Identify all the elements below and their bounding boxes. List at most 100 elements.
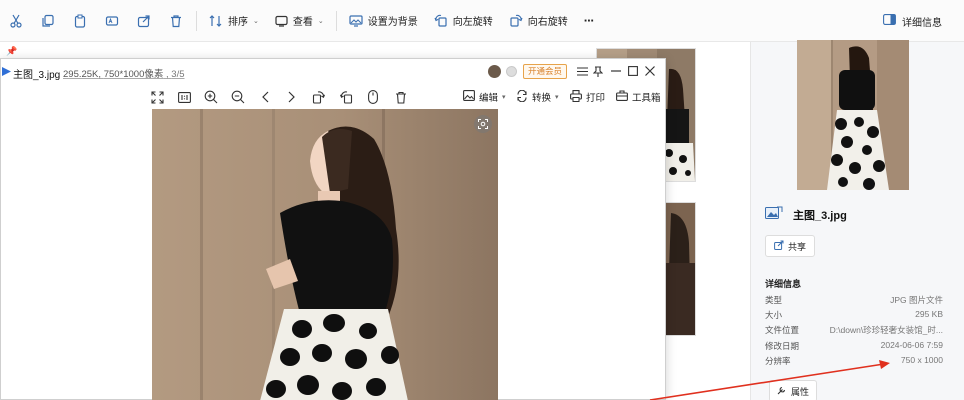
next-icon[interactable] — [284, 89, 300, 105]
viewer-file-size: 295.25K — [63, 69, 99, 80]
minimize-icon[interactable] — [609, 64, 623, 78]
details-row-label: 类型 — [765, 295, 783, 305]
details-row-value: 295 KB — [915, 309, 943, 320]
cut-icon[interactable] — [0, 0, 32, 42]
share-icon[interactable] — [128, 0, 160, 42]
viewer-position: 3/5 — [171, 69, 185, 80]
view-icon — [275, 15, 288, 27]
avatar[interactable] — [488, 65, 501, 78]
maximize-icon[interactable] — [626, 64, 640, 78]
toolbar-separator — [196, 10, 197, 31]
details-row-modified: 修改日期 2024-06-06 7:59 — [765, 340, 943, 355]
scan-icon[interactable] — [474, 115, 492, 133]
zoom-out-icon[interactable] — [230, 89, 246, 105]
previous-icon[interactable] — [257, 89, 273, 105]
delete-icon[interactable] — [160, 0, 192, 42]
chevron-down-icon: ▾ — [502, 94, 506, 101]
rotate-right-label: 向右旋转 — [527, 17, 568, 28]
sort-icon — [209, 14, 223, 27]
details-row-size: 大小 295 KB — [765, 309, 943, 324]
wrench-icon — [777, 385, 787, 397]
convert-label: 转换 — [532, 93, 552, 104]
details-row-value: 750 x 1000 — [900, 354, 943, 365]
details-row-label: 分辨率 — [765, 355, 791, 366]
viewer-title-bar: 主图_3.jpg 295.25K, 750*1000像素 , 3/5 开通会员 — [1, 59, 667, 85]
viewer-file-info: 295.25K, 750*1000像素 , 3/5 — [63, 69, 185, 80]
image-viewer-window: 主图_3.jpg 295.25K, 750*1000像素 , 3/5 开通会员 … — [0, 58, 666, 400]
close-icon[interactable] — [643, 64, 657, 78]
pin-icon[interactable]: 📌 — [6, 46, 17, 57]
chevron-down-icon: ⌄ — [317, 17, 324, 25]
menu-icon[interactable] — [575, 64, 589, 78]
print-label: 打印 — [586, 93, 606, 104]
details-pane-icon — [883, 14, 896, 28]
print-button[interactable]: 打印 — [570, 89, 605, 105]
toolbox-label: 工具箱 — [632, 93, 661, 104]
viewer-app-icon — [2, 66, 11, 80]
details-filename: 主图_3.jpg — [793, 209, 847, 222]
edit-button[interactable]: 编辑 ▾ — [463, 89, 506, 105]
details-pane-button[interactable]: 详细信息 — [883, 7, 942, 35]
desktop-background-icon — [349, 14, 363, 27]
toolbox-button[interactable]: 工具箱 — [616, 89, 661, 105]
details-file-header: 主图_3.jpg — [765, 206, 847, 223]
rename-icon[interactable] — [96, 0, 128, 42]
rotate-right-icon — [509, 14, 523, 27]
vip-upgrade-button[interactable]: 开通会员 — [523, 64, 568, 79]
actual-size-icon[interactable] — [176, 89, 192, 105]
details-row-value: 2024-06-06 7:59 — [880, 339, 943, 350]
details-properties-label: 属性 — [790, 386, 809, 397]
rotate-right-button[interactable]: 向右旋转 — [501, 7, 576, 35]
sort-label: 排序 — [228, 17, 248, 28]
rotate-left-icon — [434, 14, 448, 27]
mouse-icon[interactable] — [365, 89, 381, 105]
chevron-down-icon: ⌄ — [253, 17, 259, 25]
paste-icon[interactable] — [64, 0, 96, 42]
details-property-list: 类型 JPG 图片文件 大小 295 KB 文件位置 D:\down\珍珍轻奢女装馆_… — [765, 294, 943, 370]
rotate-right-icon[interactable] — [311, 89, 327, 105]
details-preview-image — [797, 40, 909, 190]
viewer-dimensions: 750*1000像素 — [103, 69, 164, 80]
view-label: 查看 — [292, 17, 313, 28]
details-row-type: 类型 JPG 图片文件 — [765, 294, 943, 309]
toolbar-separator — [335, 10, 337, 31]
coin-icon[interactable] — [506, 66, 517, 77]
sort-button[interactable]: 排序 ⌄ — [201, 7, 267, 35]
details-properties-button[interactable]: 属性 — [769, 380, 817, 400]
chevron-down-icon: ▾ — [555, 94, 559, 101]
details-share-label: 共享 — [787, 241, 806, 252]
more-icon: ··· — [583, 13, 595, 28]
toolbox-icon — [616, 90, 628, 104]
convert-icon — [516, 89, 528, 105]
details-row-label: 大小 — [765, 310, 783, 321]
set-as-background-label: 设置为背景 — [367, 17, 418, 28]
convert-button[interactable]: 转换 ▾ — [516, 89, 559, 105]
printer-icon — [570, 89, 582, 105]
details-row-location: 文件位置 D:\down\珍珍轻奢女装馆_时... — [765, 324, 943, 339]
rotate-left-button[interactable]: 向左旋转 — [426, 7, 501, 35]
image-file-icon — [765, 206, 783, 223]
delete-icon[interactable] — [393, 89, 409, 105]
rotate-left-label: 向左旋转 — [452, 17, 493, 28]
edit-icon — [463, 90, 475, 104]
view-button[interactable]: 查看 ⌄ — [267, 7, 332, 35]
details-row-resolution: 分辨率 750 x 1000 — [765, 355, 943, 370]
details-row-label: 文件位置 — [765, 325, 800, 336]
viewer-filename: 主图_3.jpg — [13, 70, 61, 81]
edit-label: 编辑 — [479, 93, 499, 104]
viewer-photo[interactable] — [152, 109, 498, 400]
copy-icon[interactable] — [32, 0, 64, 42]
pin-window-icon[interactable] — [591, 64, 605, 78]
fullscreen-icon[interactable] — [149, 89, 165, 105]
more-options-button[interactable]: ··· — [576, 7, 602, 35]
share-icon — [774, 240, 784, 252]
viewer-toolbar: 编辑 ▾ 转换 ▾ 打印 工具箱 — [1, 85, 667, 109]
details-pane: 主图_3.jpg 共享 详细信息 类型 JPG 图片文件 大小 295 KB 文件位… — [750, 40, 964, 400]
details-share-button[interactable]: 共享 — [765, 235, 815, 257]
zoom-in-icon[interactable] — [203, 89, 219, 105]
details-pane-label: 详细信息 — [902, 17, 942, 29]
details-section-title: 详细信息 — [765, 279, 802, 289]
rotate-left-icon[interactable] — [338, 89, 354, 105]
set-as-background-button[interactable]: 设置为背景 — [341, 7, 426, 35]
details-row-value: JPG 图片文件 — [890, 295, 943, 305]
